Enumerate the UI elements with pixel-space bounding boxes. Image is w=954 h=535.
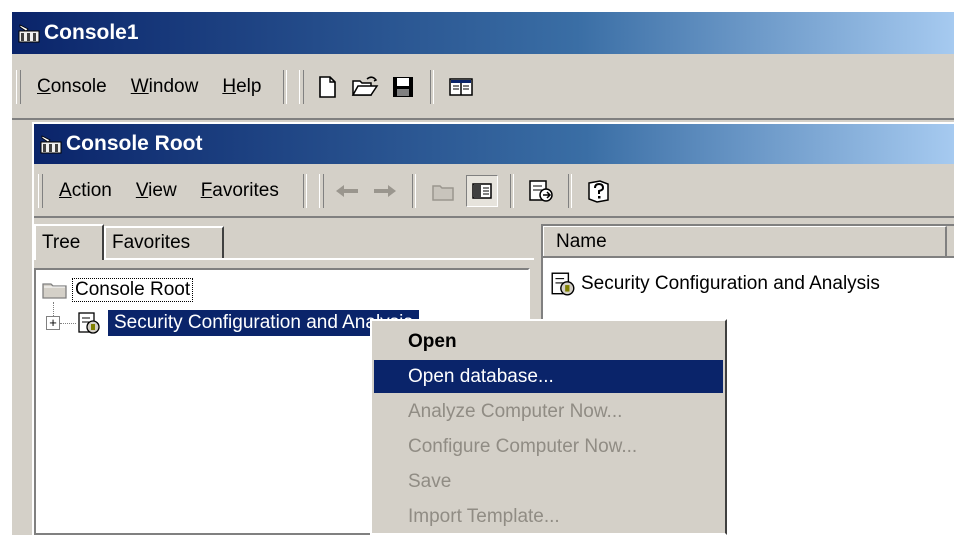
open-folder-button[interactable] — [350, 72, 380, 102]
context-menu-configure-label: Configure Computer Now... — [408, 435, 638, 457]
up-level-folder-icon — [432, 185, 454, 201]
tab-strip-edge — [34, 258, 534, 260]
menubar-grip[interactable] — [16, 70, 21, 104]
new-document-icon — [319, 76, 337, 98]
export-list-icon — [529, 180, 553, 202]
inner-toolbar-separator — [302, 174, 307, 208]
menu-favorites-label: avorites — [212, 180, 279, 201]
context-menu-save-label: Save — [408, 470, 452, 492]
menu-window-label: indow — [148, 76, 199, 97]
help-book-icon — [588, 180, 609, 203]
context-menu-open[interactable]: Open — [374, 325, 723, 358]
context-menu-save[interactable]: Save — [374, 465, 723, 498]
context-menu-import-template[interactable]: Import Template... — [374, 500, 723, 533]
menu-help[interactable]: Help — [210, 76, 273, 98]
menu-view-mnemonic: V — [135, 180, 149, 201]
context-menu: Open Open database... Analyze Computer N… — [370, 319, 727, 535]
menu-action-label: ction — [71, 180, 112, 201]
mmc-app-icon — [18, 23, 40, 43]
toolbar-grip[interactable] — [299, 70, 305, 104]
menu-window-mnemonic: W — [130, 76, 149, 97]
menu-console-label: onsole — [50, 76, 107, 97]
outer-window-title: Console1 — [44, 21, 139, 44]
toolbar-separator-2 — [430, 70, 435, 104]
export-list-button[interactable] — [526, 176, 556, 206]
tab-favorites-label: Favorites — [112, 232, 191, 253]
inner-menubar-grip[interactable] — [38, 174, 43, 208]
save-button[interactable] — [388, 72, 418, 102]
menu-favorites[interactable]: Favorites — [189, 180, 291, 202]
menu-action-mnemonic: A — [59, 180, 72, 201]
back-arrow-icon — [335, 185, 358, 197]
back-button[interactable] — [332, 176, 362, 206]
toolbar-separator — [283, 70, 288, 104]
menu-action[interactable]: Action — [47, 180, 124, 202]
expand-plus-icon[interactable]: + — [46, 316, 60, 330]
menu-window[interactable]: Window — [119, 76, 211, 98]
menu-help-mnemonic: H — [222, 76, 237, 97]
console-root-app-icon — [40, 134, 62, 154]
show-hide-console-tree-button[interactable] — [446, 72, 476, 102]
outer-title-bar[interactable]: Console1 — [12, 12, 954, 54]
tree-branch-line — [60, 322, 76, 324]
open-folder-icon — [352, 76, 379, 96]
menu-view[interactable]: View — [124, 180, 189, 202]
console-tree-toggle-icon — [472, 183, 492, 199]
show-hide-tree-button[interactable] — [465, 175, 498, 207]
forward-button[interactable] — [370, 176, 400, 206]
tab-tree-label: Tree — [42, 232, 81, 253]
context-menu-open-label: Open — [408, 330, 457, 352]
inner-toolbar-separator-3 — [509, 174, 514, 208]
help-button[interactable] — [584, 176, 614, 206]
column-header-row: Name — [543, 226, 954, 258]
tab-favorites[interactable]: Favorites — [104, 226, 224, 258]
context-menu-configure-computer-now[interactable]: Configure Computer Now... — [374, 430, 723, 463]
save-disk-icon — [393, 77, 414, 97]
column-header-name-label: Name — [556, 230, 607, 252]
inner-toolbar-grip[interactable] — [318, 174, 324, 208]
forward-arrow-icon — [373, 185, 396, 197]
inner-title-bar[interactable]: Console Root — [34, 124, 954, 164]
context-menu-import-template-label: Import Template... — [408, 505, 560, 527]
context-menu-analyze-computer-now[interactable]: Analyze Computer Now... — [374, 395, 723, 428]
folder-icon — [42, 283, 67, 299]
menu-favorites-mnemonic: F — [200, 180, 213, 201]
result-item-label: Security Configuration and Analysis — [581, 273, 880, 294]
tree-node-console-root-label: Console Root — [72, 278, 194, 302]
security-configuration-icon — [78, 312, 100, 334]
context-menu-analyze-label: Analyze Computer Now... — [408, 400, 623, 422]
tree-node-console-root[interactable]: Console Root — [42, 278, 194, 302]
menu-help-label: elp — [236, 76, 262, 97]
column-header-name[interactable]: Name — [543, 226, 947, 256]
tab-tree[interactable]: Tree — [34, 224, 104, 260]
tree-node-security-configuration[interactable]: + Security Configuration and Analysis — [46, 310, 419, 336]
security-configuration-item-icon — [551, 272, 575, 296]
menu-console[interactable]: Console — [25, 76, 119, 98]
context-menu-open-database-label: Open database... — [408, 365, 554, 387]
menu-console-mnemonic: C — [37, 76, 51, 97]
inner-menubar: Action View Favorites — [34, 166, 954, 218]
menu-view-label: iew — [148, 180, 177, 201]
up-one-level-button[interactable] — [428, 176, 458, 206]
result-item-security-configuration[interactable]: Security Configuration and Analysis — [549, 270, 880, 298]
inner-toolbar-separator-2 — [411, 174, 416, 208]
outer-menubar: Console Window Help — [12, 56, 954, 120]
context-menu-open-database[interactable]: Open database... — [374, 360, 723, 393]
inner-toolbar-separator-4 — [567, 174, 572, 208]
inner-window-title: Console Root — [66, 132, 203, 155]
new-document-button[interactable] — [312, 72, 342, 102]
console-tree-icon — [449, 78, 474, 96]
